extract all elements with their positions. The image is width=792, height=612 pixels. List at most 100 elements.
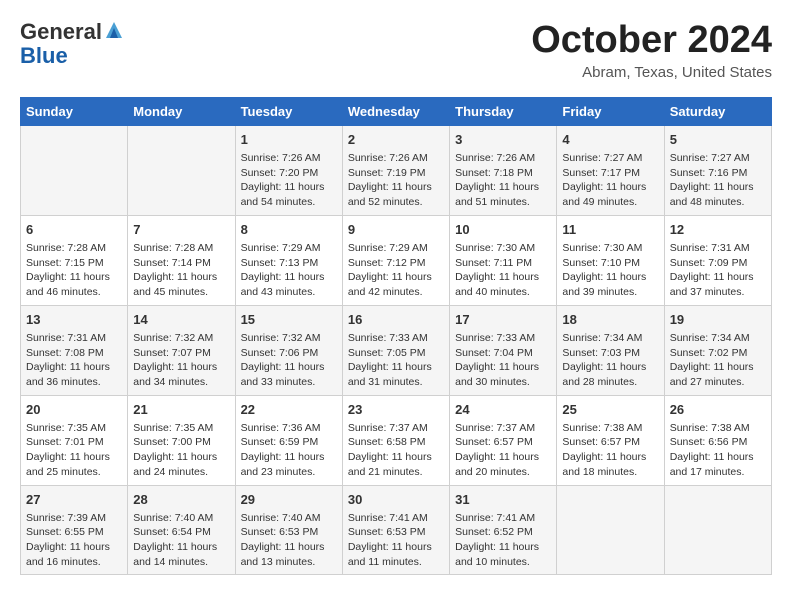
cell-content: Sunrise: 7:28 AM Sunset: 7:14 PM Dayligh… (133, 241, 229, 300)
calendar-body: 1Sunrise: 7:26 AM Sunset: 7:20 PM Daylig… (21, 125, 772, 575)
cell-content: Sunrise: 7:34 AM Sunset: 7:03 PM Dayligh… (562, 331, 658, 390)
cell-content: Sunrise: 7:32 AM Sunset: 7:06 PM Dayligh… (241, 331, 337, 390)
calendar-cell: 30 Sunrise: 7:41 AM Sunset: 6:53 PM Dayli… (342, 485, 449, 575)
logo: General Blue (20, 20, 124, 68)
cell-content: Sunrise: 7:38 AM Sunset: 6:56 PM Dayligh… (670, 421, 766, 480)
day-number: 23 (348, 401, 444, 419)
cell-content: Sunrise: 7:36 AM Sunset: 6:59 PM Dayligh… (241, 421, 337, 480)
calendar-week-row: 6 Sunrise: 7:28 AM Sunset: 7:15 PM Daylig… (21, 215, 772, 305)
header-friday: Friday (557, 97, 664, 125)
header-row: Sunday Monday Tuesday Wednesday Thursday… (21, 97, 772, 125)
header-monday: Monday (128, 97, 235, 125)
day-number: 26 (670, 401, 766, 419)
calendar-week-row: 13 Sunrise: 7:31 AM Sunset: 7:08 PM Dayli… (21, 305, 772, 395)
day-number: 2 (348, 131, 444, 149)
cell-content: Sunrise: 7:38 AM Sunset: 6:57 PM Dayligh… (562, 421, 658, 480)
calendar-cell: 16Sunrise: 7:33 AM Sunset: 7:05 PM Dayli… (342, 305, 449, 395)
calendar-week-row: 1Sunrise: 7:26 AM Sunset: 7:20 PM Daylig… (21, 125, 772, 215)
cell-content: Sunrise: 7:30 AM Sunset: 7:10 PM Dayligh… (562, 241, 658, 300)
day-number: 11 (562, 221, 658, 239)
cell-content: Sunrise: 7:35 AM Sunset: 7:01 PM Dayligh… (26, 421, 122, 480)
header-tuesday: Tuesday (235, 97, 342, 125)
calendar-table: Sunday Monday Tuesday Wednesday Thursday… (20, 97, 772, 576)
calendar-cell: 18 Sunrise: 7:34 AM Sunset: 7:03 PM Dayli… (557, 305, 664, 395)
calendar-header: Sunday Monday Tuesday Wednesday Thursday… (21, 97, 772, 125)
title-block: October 2024 Abram, Texas, United States (531, 20, 772, 81)
cell-content: Sunrise: 7:26 AM Sunset: 7:19 PM Dayligh… (348, 151, 444, 210)
day-number: 12 (670, 221, 766, 239)
calendar-cell (128, 125, 235, 215)
calendar-cell: 21Sunrise: 7:35 AM Sunset: 7:00 PM Dayli… (128, 395, 235, 485)
calendar-cell: 28 Sunrise: 7:40 AM Sunset: 6:54 PM Dayli… (128, 485, 235, 575)
calendar-cell: 5 Sunrise: 7:27 AM Sunset: 7:16 PM Daylig… (664, 125, 771, 215)
cell-content: Sunrise: 7:27 AM Sunset: 7:16 PM Dayligh… (670, 151, 766, 210)
cell-content: Sunrise: 7:41 AM Sunset: 6:53 PM Dayligh… (348, 511, 444, 570)
calendar-cell: 25 Sunrise: 7:38 AM Sunset: 6:57 PM Dayli… (557, 395, 664, 485)
cell-content: Sunrise: 7:35 AM Sunset: 7:00 PM Dayligh… (133, 421, 229, 480)
cell-content: Sunrise: 7:27 AM Sunset: 7:17 PM Dayligh… (562, 151, 658, 210)
logo-triangle-icon (104, 20, 124, 40)
calendar-cell: 1Sunrise: 7:26 AM Sunset: 7:20 PM Daylig… (235, 125, 342, 215)
day-number: 7 (133, 221, 229, 239)
day-number: 24 (455, 401, 551, 419)
calendar-cell (557, 485, 664, 575)
day-number: 28 (133, 491, 229, 509)
cell-content: Sunrise: 7:37 AM Sunset: 6:57 PM Dayligh… (455, 421, 551, 480)
day-number: 18 (562, 311, 658, 329)
day-number: 14 (133, 311, 229, 329)
cell-content: Sunrise: 7:32 AM Sunset: 7:07 PM Dayligh… (133, 331, 229, 390)
day-number: 9 (348, 221, 444, 239)
day-number: 27 (26, 491, 122, 509)
calendar-cell: 6 Sunrise: 7:28 AM Sunset: 7:15 PM Daylig… (21, 215, 128, 305)
cell-content: Sunrise: 7:30 AM Sunset: 7:11 PM Dayligh… (455, 241, 551, 300)
cell-content: Sunrise: 7:31 AM Sunset: 7:08 PM Dayligh… (26, 331, 122, 390)
cell-content: Sunrise: 7:29 AM Sunset: 7:12 PM Dayligh… (348, 241, 444, 300)
calendar-cell: 23Sunrise: 7:37 AM Sunset: 6:58 PM Dayli… (342, 395, 449, 485)
day-number: 19 (670, 311, 766, 329)
calendar-cell: 12 Sunrise: 7:31 AM Sunset: 7:09 PM Dayli… (664, 215, 771, 305)
cell-content: Sunrise: 7:40 AM Sunset: 6:54 PM Dayligh… (133, 511, 229, 570)
cell-content: Sunrise: 7:26 AM Sunset: 7:20 PM Dayligh… (241, 151, 337, 210)
day-number: 25 (562, 401, 658, 419)
day-number: 15 (241, 311, 337, 329)
day-number: 4 (562, 131, 658, 149)
cell-content: Sunrise: 7:33 AM Sunset: 7:04 PM Dayligh… (455, 331, 551, 390)
cell-content: Sunrise: 7:41 AM Sunset: 6:52 PM Dayligh… (455, 511, 551, 570)
calendar-cell: 10Sunrise: 7:30 AM Sunset: 7:11 PM Dayli… (450, 215, 557, 305)
calendar-cell: 13 Sunrise: 7:31 AM Sunset: 7:08 PM Dayli… (21, 305, 128, 395)
cell-content: Sunrise: 7:31 AM Sunset: 7:09 PM Dayligh… (670, 241, 766, 300)
month-title: October 2024 (531, 20, 772, 62)
cell-content: Sunrise: 7:29 AM Sunset: 7:13 PM Dayligh… (241, 241, 337, 300)
day-number: 29 (241, 491, 337, 509)
day-number: 20 (26, 401, 122, 419)
calendar-cell: 20 Sunrise: 7:35 AM Sunset: 7:01 PM Dayli… (21, 395, 128, 485)
calendar-cell: 3Sunrise: 7:26 AM Sunset: 7:18 PM Daylig… (450, 125, 557, 215)
header-saturday: Saturday (664, 97, 771, 125)
cell-content: Sunrise: 7:39 AM Sunset: 6:55 PM Dayligh… (26, 511, 122, 570)
calendar-cell: 4 Sunrise: 7:27 AM Sunset: 7:17 PM Daylig… (557, 125, 664, 215)
calendar-cell: 2 Sunrise: 7:26 AM Sunset: 7:19 PM Daylig… (342, 125, 449, 215)
day-number: 30 (348, 491, 444, 509)
calendar-cell: 29 Sunrise: 7:40 AM Sunset: 6:53 PM Dayli… (235, 485, 342, 575)
calendar-cell: 27 Sunrise: 7:39 AM Sunset: 6:55 PM Dayli… (21, 485, 128, 575)
calendar-cell (21, 125, 128, 215)
day-number: 17 (455, 311, 551, 329)
day-number: 13 (26, 311, 122, 329)
calendar-cell: 11 Sunrise: 7:30 AM Sunset: 7:10 PM Dayli… (557, 215, 664, 305)
day-number: 16 (348, 311, 444, 329)
calendar-cell: 31 Sunrise: 7:41 AM Sunset: 6:52 PM Dayli… (450, 485, 557, 575)
day-number: 6 (26, 221, 122, 239)
day-number: 5 (670, 131, 766, 149)
logo-general-text: General (20, 20, 102, 44)
header-thursday: Thursday (450, 97, 557, 125)
day-number: 31 (455, 491, 551, 509)
cell-content: Sunrise: 7:26 AM Sunset: 7:18 PM Dayligh… (455, 151, 551, 210)
cell-content: Sunrise: 7:40 AM Sunset: 6:53 PM Dayligh… (241, 511, 337, 570)
cell-content: Sunrise: 7:28 AM Sunset: 7:15 PM Dayligh… (26, 241, 122, 300)
calendar-cell: 17 Sunrise: 7:33 AM Sunset: 7:04 PM Dayli… (450, 305, 557, 395)
page-header: General Blue October 2024 Abram, Texas, … (20, 20, 772, 81)
calendar-cell: 9 Sunrise: 7:29 AM Sunset: 7:12 PM Daylig… (342, 215, 449, 305)
calendar-week-row: 27 Sunrise: 7:39 AM Sunset: 6:55 PM Dayli… (21, 485, 772, 575)
day-number: 22 (241, 401, 337, 419)
calendar-cell (664, 485, 771, 575)
